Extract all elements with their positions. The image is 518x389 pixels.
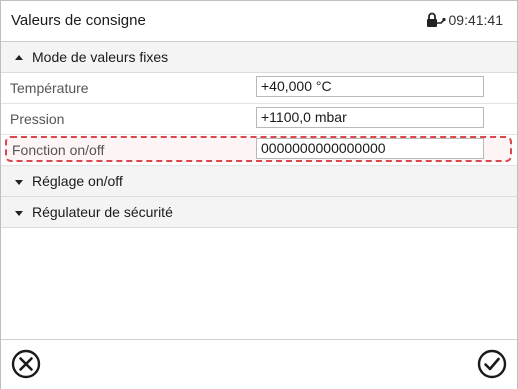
check-circle-icon[interactable]	[475, 347, 509, 381]
title-bar: Valeurs de consigne 09:41:41	[1, 1, 517, 42]
close-circle-icon[interactable]	[9, 347, 43, 381]
section-fixed-value-mode[interactable]: Mode de valeurs fixes	[1, 42, 517, 73]
temperature-label: Température	[10, 80, 89, 96]
section-on-off-setting[interactable]: Réglage on/off	[1, 166, 517, 197]
chevron-down-icon	[14, 205, 24, 216]
chevron-up-icon	[14, 50, 24, 60]
pressure-label: Pression	[10, 111, 65, 127]
section-label: Mode de valeurs fixes	[32, 49, 169, 65]
temperature-input[interactable]: +40,000 °C	[256, 76, 484, 97]
lock-icon	[426, 12, 446, 28]
section-label: Régulateur de sécurité	[32, 204, 173, 220]
section-safety-controller[interactable]: Régulateur de sécurité	[1, 197, 517, 228]
settings-list: Mode de valeurs fixes Température +40,00…	[1, 42, 517, 339]
row-temperature: Température +40,000 °C	[1, 73, 517, 104]
chevron-down-icon	[14, 174, 24, 185]
status-area: 09:41:41	[426, 12, 504, 28]
row-pressure: Pression +1100,0 mbar	[1, 104, 517, 135]
on-off-function-label: Fonction on/off	[12, 142, 105, 158]
on-off-function-input[interactable]: 0000000000000000	[256, 138, 484, 159]
pressure-input[interactable]: +1100,0 mbar	[256, 107, 484, 128]
section-label: Réglage on/off	[32, 173, 123, 189]
footer-bar	[1, 339, 517, 389]
page-title: Valeurs de consigne	[11, 12, 146, 29]
setpoint-screen: Valeurs de consigne 09:41:41 Mode de val…	[0, 0, 518, 389]
row-on-off-function: Fonction on/off 0000000000000000	[1, 135, 517, 166]
clock-time: 09:41:41	[448, 12, 504, 28]
